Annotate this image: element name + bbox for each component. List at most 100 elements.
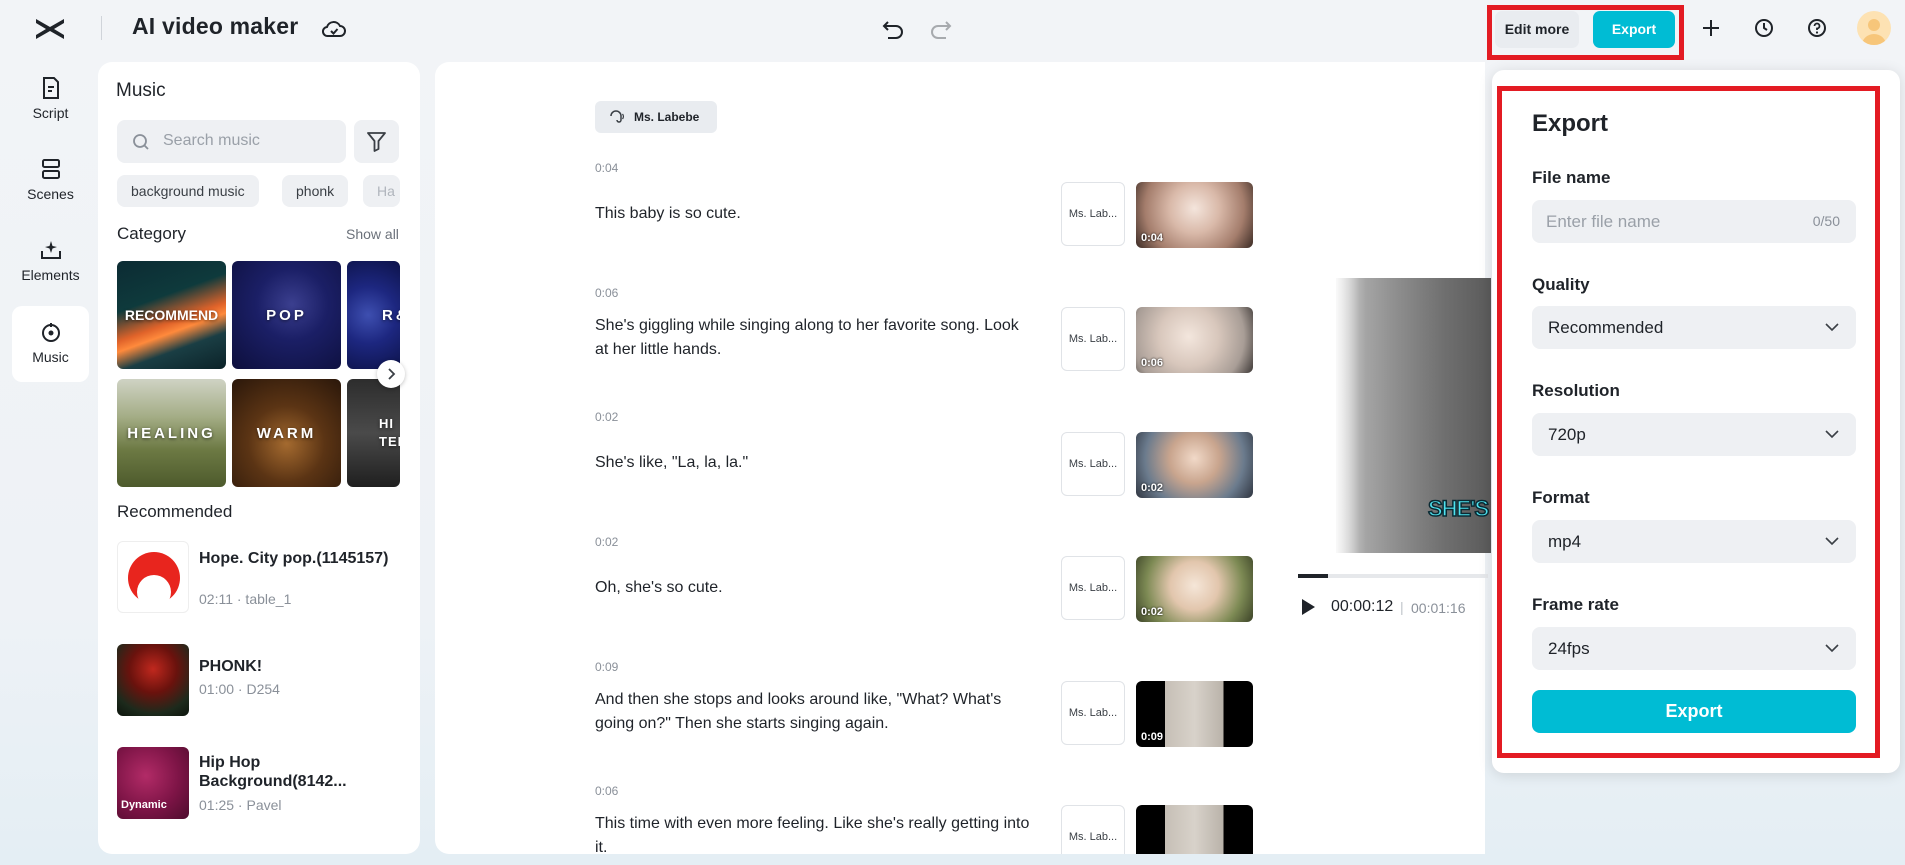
tag-background-music[interactable]: background music [117, 175, 259, 207]
filter-button[interactable] [354, 120, 399, 163]
segment-time: 0:06 [595, 286, 619, 300]
music-panel: Music Search music background music phon… [98, 62, 420, 854]
app-title: AI video maker [132, 13, 299, 39]
segment-voice-button[interactable]: Ms. Lab... [1061, 307, 1125, 371]
top-bar: AI video maker Edit more Export [0, 0, 1905, 60]
segment-voice-button[interactable]: Ms. Lab... [1061, 182, 1125, 246]
tag-partial[interactable]: Ha [363, 175, 400, 207]
panel-title: Music [116, 80, 166, 101]
category-high-tempo[interactable]: HI TEM [347, 379, 400, 487]
segment-clip-thumbnail[interactable] [1136, 805, 1253, 854]
clip-duration: 0:02 [1141, 482, 1164, 494]
track-name: PHONK! [199, 658, 263, 675]
nav-item-scenes[interactable]: Scenes [12, 143, 89, 219]
category-recommend[interactable]: RECOMMEND [117, 261, 226, 369]
segment-voice-button[interactable]: Ms. Lab... [1061, 805, 1125, 854]
category-healing[interactable]: HEALING [117, 379, 226, 487]
user-avatar-icon [1862, 19, 1886, 45]
clip-duration: 0:06 [1141, 357, 1164, 369]
track-item[interactable]: Dynamic Hip Hop Background(8142... 01:25… [117, 747, 407, 819]
voice-name: Ms. Labebe [634, 110, 700, 124]
plus-icon[interactable] [1698, 15, 1724, 41]
play-icon[interactable] [1300, 598, 1316, 616]
clip-duration: 0:09 [1141, 731, 1164, 743]
elements-icon [40, 241, 61, 259]
thumbnail-label: Dynamic [121, 799, 167, 811]
recommended-title: Recommended [117, 502, 233, 521]
undo-icon[interactable] [880, 16, 906, 42]
track-item[interactable]: Hope. City pop.(1145157) 02:11 · table_1 [117, 541, 407, 613]
segment-text[interactable]: She's like, "La, la, la." [595, 451, 1035, 475]
playback-progress-fill [1298, 574, 1329, 578]
track-name: Hip Hop Background(8142... [199, 754, 347, 790]
capcut-logo-icon[interactable] [33, 12, 67, 46]
segment-time: 0:02 [595, 410, 619, 424]
segment-text[interactable]: She's giggling while singing along to he… [595, 314, 1035, 362]
segment-clip-thumbnail[interactable]: 0:04 [1136, 182, 1253, 248]
segment-clip-thumbnail[interactable]: 0:02 [1136, 556, 1253, 622]
category-title: Category [117, 224, 186, 243]
help-icon[interactable] [1804, 15, 1830, 41]
track-meta: 01:00 · D254 [199, 681, 280, 697]
redo-icon[interactable] [928, 16, 954, 42]
segment-text[interactable]: This baby is so cute. [595, 202, 1035, 226]
total-time: 00:01:16 [1411, 600, 1466, 616]
category-next-button[interactable] [377, 360, 405, 388]
current-time: 00:00:12 [1331, 598, 1394, 615]
category-rnb[interactable]: R& [347, 261, 400, 369]
cloud-sync-icon[interactable] [321, 17, 347, 41]
segment-text[interactable]: Oh, she's so cute. [595, 576, 1035, 600]
track-item[interactable]: PHONK! 01:00 · D254 [117, 644, 407, 716]
track-thumbnail: Dynamic [117, 747, 189, 819]
segment-time: 0:06 [595, 784, 619, 798]
segment-clip-thumbnail[interactable]: 0:02 [1136, 432, 1253, 498]
nav-item-label: Script [32, 105, 69, 121]
nav-item-script[interactable]: Script [12, 62, 89, 138]
track-thumbnail [117, 541, 189, 613]
voice-chip[interactable]: Ms. Labebe [595, 101, 717, 133]
category-warm[interactable]: WARM [232, 379, 341, 487]
search-placeholder: Search music [163, 132, 260, 149]
filter-icon [367, 132, 386, 152]
preview-caption: SHE'S [1427, 495, 1490, 522]
segment-voice-button[interactable]: Ms. Lab... [1061, 681, 1125, 745]
nav-item-music[interactable]: Music [12, 306, 89, 382]
nav-item-label: Music [32, 349, 69, 365]
music-icon [41, 323, 60, 342]
segment-voice-button[interactable]: Ms. Lab... [1061, 556, 1125, 620]
track-cover-art [128, 552, 180, 609]
chevron-right-icon [388, 368, 396, 380]
segment-clip-thumbnail[interactable]: 0:06 [1136, 307, 1253, 373]
search-input[interactable]: Search music [117, 120, 346, 163]
history-icon[interactable] [1751, 15, 1777, 41]
segment-time: 0:04 [595, 161, 619, 175]
clip-duration: 0:04 [1141, 232, 1164, 244]
segment-text[interactable]: This time with even more feeling. Like s… [595, 812, 1035, 854]
avatar[interactable] [1857, 11, 1891, 45]
playback-progress-bar[interactable] [1298, 574, 1488, 578]
tag-phonk[interactable]: phonk [282, 175, 349, 207]
segment-clip-thumbnail[interactable]: 0:09 [1136, 681, 1253, 747]
track-meta: 02:11 · table_1 [199, 591, 292, 607]
script-icon [42, 77, 59, 99]
search-icon [133, 134, 149, 150]
preview-fade [1336, 278, 1366, 553]
track-meta: 01:25 · Pavel [199, 797, 282, 813]
category-pop[interactable]: POP [232, 261, 341, 369]
show-all-link[interactable]: Show all [346, 226, 399, 242]
segment-voice-button[interactable]: Ms. Lab... [1061, 432, 1125, 496]
divider [101, 16, 102, 40]
script-area: Ms. Labebe 0:04 This baby is so cute. Ms… [435, 62, 1485, 854]
nav-item-elements[interactable]: Elements [12, 224, 89, 300]
video-preview[interactable]: SHE'S [1336, 278, 1491, 553]
nav-item-label: Scenes [27, 186, 74, 202]
clip-duration: 0:02 [1141, 606, 1164, 618]
highlight-box [1497, 86, 1880, 758]
segment-time: 0:02 [595, 535, 619, 549]
track-thumbnail [117, 644, 189, 716]
segment-text[interactable]: And then she stops and looks around like… [595, 688, 1035, 736]
nav-item-label: Elements [21, 267, 80, 283]
voice-icon [610, 110, 625, 123]
track-name: Hope. City pop.(1145157) [199, 550, 389, 567]
time-separator: | [1400, 599, 1404, 615]
